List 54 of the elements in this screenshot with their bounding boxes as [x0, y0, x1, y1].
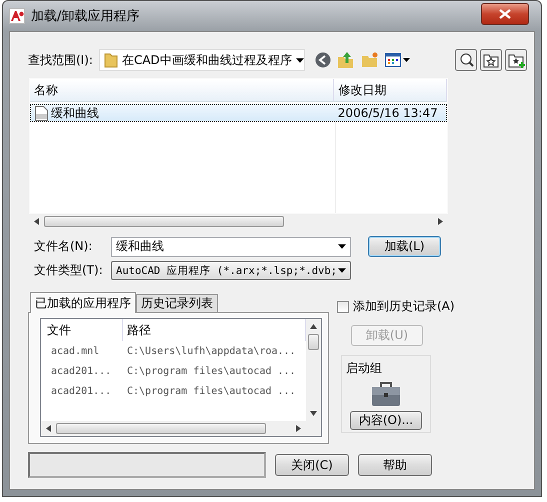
up-folder-icon[interactable] — [336, 51, 355, 69]
load-button[interactable]: 加载(L) — [368, 236, 441, 257]
file-type-dropdown[interactable]: AutoCAD 应用程序 (*.arx;*.lsp;*.dvb; — [111, 261, 351, 280]
scroll-up-icon[interactable] — [310, 324, 317, 329]
app-file-cell-text: acad201... — [50, 386, 112, 396]
file-name-label: 文件名(N): — [34, 238, 94, 255]
find-icon[interactable] — [455, 49, 477, 71]
column-header[interactable]: 名称 — [30, 79, 334, 101]
file-name: 缓和曲线 — [51, 104, 99, 122]
file-type-label: 文件类型(T): — [34, 262, 104, 279]
folder-icon — [104, 52, 118, 68]
vertical-scrollbar[interactable] — [306, 319, 321, 436]
tab[interactable]: 已加载的应用程序 — [30, 292, 136, 313]
tab[interactable]: 历史记录列表 — [136, 294, 218, 312]
contents-button[interactable]: 内容(O)... — [350, 411, 422, 430]
add-favorite-icon[interactable] — [505, 49, 527, 71]
file-name-field[interactable]: 缓和曲线 — [111, 236, 351, 256]
app-path-cell-text: C:\program files\autocad ... — [126, 386, 296, 396]
lsp-file-icon — [35, 106, 48, 120]
dropdown-arrow-icon[interactable] — [338, 268, 346, 273]
scrollbar-thumb[interactable] — [56, 423, 266, 434]
add-to-history-label: 添加到历史记录(A) — [353, 298, 455, 315]
folder-dropdown[interactable]: 在CAD中画缓和曲线过程及程序 — [98, 49, 305, 71]
scroll-left-icon[interactable] — [34, 218, 39, 225]
close-icon[interactable] — [499, 9, 511, 19]
dialog-button[interactable]: 帮助 — [358, 454, 432, 476]
checkbox[interactable] — [337, 300, 349, 312]
briefcase-icon — [371, 381, 401, 407]
scrollbar-thumb[interactable] — [308, 334, 319, 350]
app-file-cell-text: acad201... — [50, 366, 112, 376]
favorites-icon[interactable] — [480, 49, 502, 71]
view-menu-icon[interactable] — [384, 53, 410, 67]
scroll-right-icon[interactable] — [296, 425, 301, 432]
look-in-label: 查找范围(I): — [28, 52, 93, 68]
dialog-button[interactable]: 关闭(C) — [275, 454, 349, 476]
scroll-left-icon[interactable] — [46, 425, 51, 432]
app-path-cell-text: C:\Users\lufh\appdata\roa... — [126, 346, 296, 356]
scrollbar-thumb[interactable] — [44, 216, 284, 227]
horizontal-scrollbar[interactable] — [41, 421, 306, 436]
app-file-cell-text: acad.mnl — [50, 346, 100, 356]
scroll-right-icon[interactable] — [438, 218, 443, 225]
window-title: 加载/卸载应用程序 — [31, 8, 140, 25]
group-title: 启动组 — [346, 360, 382, 377]
scroll-down-icon[interactable] — [310, 411, 317, 416]
back-icon[interactable] — [314, 52, 331, 68]
modified-date: 2006/5/16 13:47 — [336, 106, 439, 120]
new-folder-icon[interactable] — [360, 52, 379, 68]
dropdown-arrow-icon[interactable] — [338, 244, 346, 249]
column-header[interactable]: 修改日期 — [334, 79, 447, 101]
file-row[interactable]: 缓和曲线 2006/5/16 13:47 — [30, 104, 447, 122]
dropdown-arrow-icon[interactable] — [296, 58, 304, 62]
app-path-cell-text: C:\program files\autocad ... — [126, 366, 296, 376]
app-icon — [9, 8, 25, 24]
column-header[interactable]: 文件 — [41, 319, 123, 341]
